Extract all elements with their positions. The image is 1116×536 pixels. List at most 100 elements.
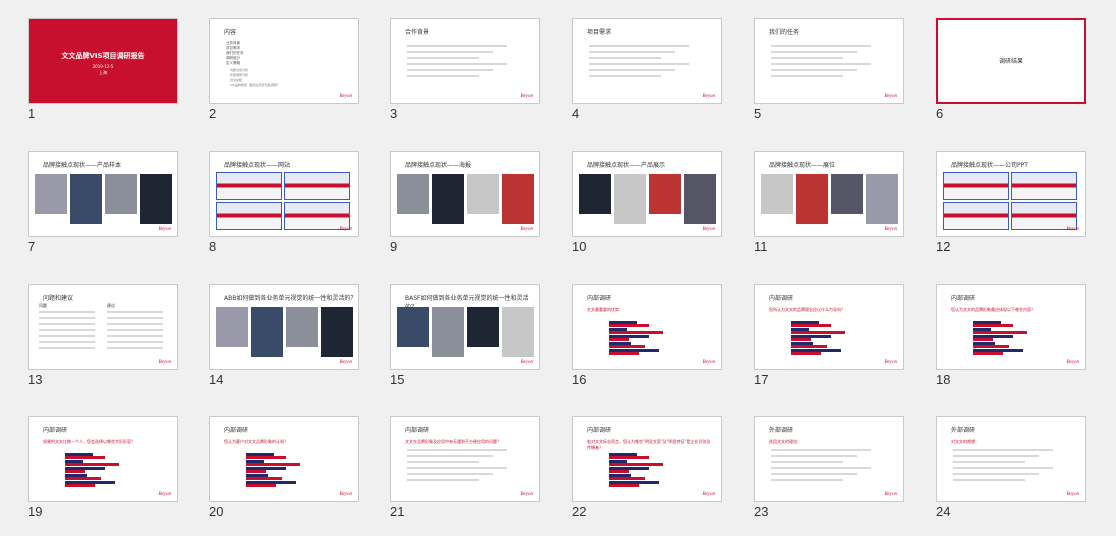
slide-thumbnail[interactable]: 文文品牌VIS项目调研报告 2019-12-5 上海 <box>28 18 178 104</box>
brand-logo: Beyon <box>158 360 172 365</box>
screenshot-placeholder <box>1011 172 1077 200</box>
slide-title: 项目需求 <box>587 29 612 36</box>
slide-thumbnail[interactable]: 内部调研若对文文标志而言，您认为哪些"明显文案"及"明显特征"是企业识别及传播者… <box>572 416 722 502</box>
slide-thumbnail[interactable]: 品牌接触点现状——展位 Beyon <box>754 151 904 237</box>
screenshot-placeholder <box>943 202 1009 230</box>
chart-bar <box>609 345 645 348</box>
text-line <box>39 341 95 343</box>
chart-bar <box>973 338 993 341</box>
slide-title: 外部调研 <box>769 427 794 434</box>
photo-placeholder <box>216 307 248 347</box>
slide-thumbnail[interactable]: 内容 业务背景 项目需求 我们的任务 调研部分 定义策略 内部访谈分析 外部调研分析 访谈总结 V… <box>209 18 359 104</box>
slide-thumbnail[interactable]: 品牌接触点现状——网站 Beyon <box>209 151 359 237</box>
slide-thumbnail[interactable]: 内部调研 您认为文文的品牌形象最应体现以下哪些内容？ Beyon <box>936 284 1086 370</box>
photo-placeholder <box>397 174 429 214</box>
chart-bar <box>609 456 649 459</box>
text-line <box>953 455 1039 457</box>
slide-thumbnail[interactable]: 品牌接触点现状——公司PPT Beyon <box>936 151 1086 237</box>
brand-logo: Beyon <box>884 492 898 497</box>
chart-bar <box>609 352 639 355</box>
text-line <box>771 461 843 463</box>
text-line <box>589 51 675 53</box>
slide-thumbnail[interactable]: 品牌接触点现状——产品样本 Beyon <box>28 151 178 237</box>
photo-placeholder <box>502 174 534 224</box>
chart-bar <box>609 484 639 487</box>
slide-thumbnail[interactable]: ABB如何做到各业务单元视觉的统一性和灵活的？ Beyon <box>209 284 359 370</box>
text-line <box>953 467 1053 469</box>
chart-bar <box>246 470 266 473</box>
chart-bar <box>791 352 821 355</box>
chart-bar <box>609 324 649 327</box>
slide-thumbnail[interactable]: 调研结果 <box>936 18 1086 104</box>
slide-number: 8 <box>209 239 217 254</box>
slide-thumbnail[interactable]: 内部调研 您认为客户对文文品牌形象的认知？ Beyon <box>209 416 359 502</box>
slide-question: 若对文文标志而言，您认为哪些"明显文案"及"明显特征"是企业识别及传播者？ <box>587 439 711 450</box>
toc-subitem: 内部访谈分析 <box>230 68 249 72</box>
screenshot-placeholder <box>284 202 350 230</box>
slide-number: 23 <box>754 504 769 519</box>
toc-item: 定义策略 <box>226 61 240 65</box>
brand-logo: Beyon <box>1066 227 1080 232</box>
brand-logo: Beyon <box>520 492 534 497</box>
slide-thumbnail[interactable]: 内部调研 您所认为文文的品牌理念应以什么为导向？ Beyon <box>754 284 904 370</box>
slide-title: 内部调研 <box>224 427 249 434</box>
text-line <box>771 45 871 47</box>
slide-thumbnail[interactable]: 内部调研 如果把文文比做一个人，您会选择以哪些字形形容？ Beyon <box>28 416 178 502</box>
slide-title: 我们的任务 <box>769 29 800 36</box>
slide-title: 调研结果 <box>998 58 1023 65</box>
slide-title: 品牌接触点现状——海报 <box>405 162 472 169</box>
slide-thumbnail[interactable]: 内部调研 文文在品牌形象及应用中有无遇到不方便应用的问题？ Beyon <box>390 416 540 502</box>
photo-placeholder <box>35 174 67 214</box>
brand-logo: Beyon <box>520 94 534 99</box>
text-line <box>771 467 871 469</box>
photo-placeholder <box>432 174 464 224</box>
brand-logo: Beyon <box>339 492 353 497</box>
slide-number: 11 <box>754 239 768 254</box>
slide-thumbnail[interactable]: 品牌接触点现状——产品展示 Beyon <box>572 151 722 237</box>
slide-thumbnail[interactable]: 我们的任务 Beyon <box>754 18 904 104</box>
slide-thumbnail[interactable]: 合作背景 Beyon <box>390 18 540 104</box>
text-line <box>771 63 871 65</box>
slide-thumbnail[interactable]: BASF如何做到各业务单元视觉的统一性和灵活的？Beyon <box>390 284 540 370</box>
text-line <box>107 329 163 331</box>
text-line <box>107 317 163 319</box>
slide-thumbnail[interactable]: 品牌接触点现状——海报 Beyon <box>390 151 540 237</box>
slide-thumbnail[interactable]: 外部调研 选用文文的理由： Beyon <box>754 416 904 502</box>
text-line <box>39 329 95 331</box>
brand-logo: Beyon <box>702 227 716 232</box>
slide-thumbnail[interactable]: 项目需求 Beyon <box>572 18 722 104</box>
chart-bar <box>65 456 105 459</box>
chart-bar <box>791 324 831 327</box>
text-line <box>589 75 661 77</box>
slide-title: 外部调研 <box>951 427 976 434</box>
chart-bar <box>791 338 811 341</box>
text-line <box>407 449 507 451</box>
text-line <box>39 311 95 313</box>
screenshot-placeholder <box>216 202 282 230</box>
chart-bar <box>246 484 276 487</box>
slide-question: 文文在品牌形象及应用中有无遇到不方便应用的问题？ <box>405 439 501 444</box>
text-line <box>107 311 163 313</box>
text-line <box>407 57 479 59</box>
text-line <box>953 449 1053 451</box>
slide-title: 品牌接触点现状——公司PPT <box>951 162 1028 169</box>
photo-placeholder <box>502 307 534 357</box>
chart-bar <box>791 345 827 348</box>
slide-thumbnail[interactable]: 内部调研 文文最重要的优势： Beyon <box>572 284 722 370</box>
slide-number: 24 <box>936 504 951 519</box>
brand-logo: Beyon <box>339 227 353 232</box>
slide-title: 内部调研 <box>769 295 794 302</box>
chart-bar <box>609 463 663 466</box>
photo-placeholder <box>866 174 898 224</box>
brand-logo: Beyon <box>339 94 353 99</box>
text-line <box>771 69 857 71</box>
slide-thumbnail[interactable]: 外部调研 对文文的期望： Beyon <box>936 416 1086 502</box>
slide-title: 品牌接触点现状——产品样本 <box>43 162 122 169</box>
slide-title: 内部调研 <box>587 427 612 434</box>
brand-logo: Beyon <box>158 492 172 497</box>
slide-title: 品牌接触点现状——网站 <box>224 162 291 169</box>
column-heading: 建议 <box>107 303 115 308</box>
slide-number: 2 <box>209 106 217 121</box>
slide-thumbnail[interactable]: 问题和建议 问题 建议 Beyon <box>28 284 178 370</box>
photo-placeholder <box>467 174 499 214</box>
